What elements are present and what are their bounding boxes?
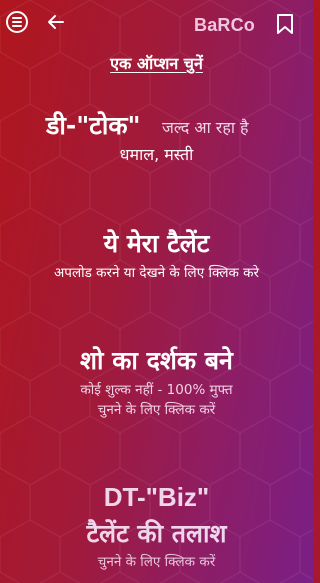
bookmark-icon[interactable] (276, 13, 294, 35)
option-d-tok-title[interactable]: डी-"टोक" (46, 108, 141, 142)
option-dt-biz-title-line2[interactable]: टैलेंट की तलाश (0, 516, 313, 550)
coming-soon-label: जल्द आ रहा है (162, 118, 249, 137)
option-dt-biz-title[interactable]: DT-"Biz" (0, 482, 313, 513)
brand-title: BaRCo (194, 15, 256, 35)
option-dt-biz-subtitle: चुनने के लिए क्लिक करें (97, 554, 216, 570)
option-show-viewer-free-note: कोई शुल्क नहीं - 100% मुफ्त (80, 382, 233, 398)
back-arrow-icon[interactable] (46, 12, 66, 32)
options-screen: एक ऑप्शन चुनें डी-"टोक" जल्द आ रहा है धम… (0, 0, 313, 583)
menu-icon[interactable] (6, 11, 28, 33)
option-my-talent-subtitle: अपलोड करने या देखने के लिए क्लिक करे (53, 265, 260, 281)
option-show-viewer-subtitle: चुनने के लिए क्लिक करें (97, 402, 216, 418)
option-my-talent-title[interactable]: ये मेरा टैलेंट (0, 226, 313, 260)
option-d-tok-subtitle: धमाल, मस्ती (119, 145, 194, 164)
app-header: BaRCo (0, 0, 313, 52)
option-show-viewer-title[interactable]: शो का दर्शक बने (0, 343, 313, 377)
choose-option-heading: एक ऑप्शन चुनें (110, 54, 203, 73)
